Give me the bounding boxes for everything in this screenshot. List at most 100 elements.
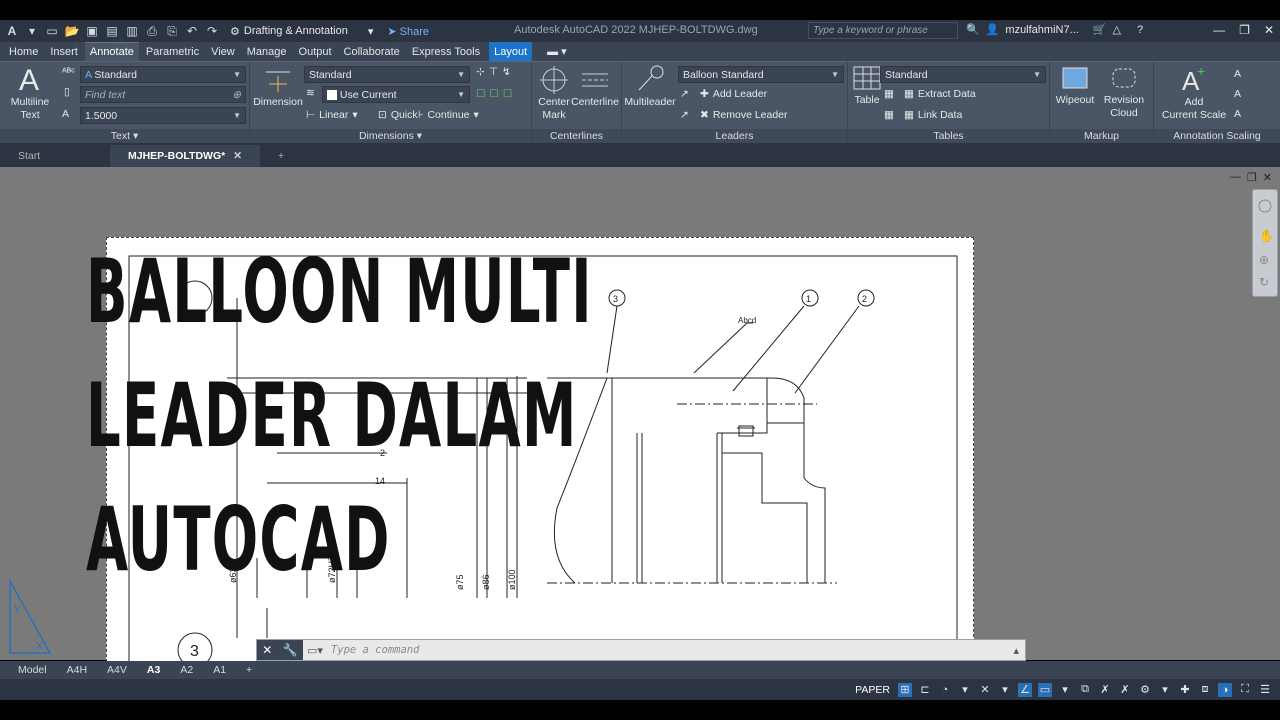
table-merge-icon[interactable]: ▦: [884, 88, 894, 100]
mleader-align-icon[interactable]: ↗: [680, 88, 689, 100]
close-icon[interactable]: ✕: [262, 643, 272, 657]
add-current-scale-button[interactable]: A + Add Current Scale: [1158, 64, 1230, 122]
isodraft-icon[interactable]: ✕: [978, 683, 992, 697]
user-area[interactable]: 🔍 👤 mzulfahmiN7... 🛒 △ ?: [966, 23, 1143, 37]
extract-data-button[interactable]: ▦ Extract Data: [904, 88, 976, 100]
cart-icon[interactable]: 🛒: [1093, 23, 1107, 36]
add-layout-button[interactable]: +: [236, 664, 262, 676]
find-text-input[interactable]: Find text ⊕: [80, 86, 246, 103]
new-file-icon[interactable]: ▭: [44, 24, 60, 38]
tab-collaborate[interactable]: Collaborate: [339, 42, 405, 61]
osnap-icon[interactable]: ∠: [1018, 682, 1032, 697]
dim-adjust-icon[interactable]: ⊤: [489, 66, 498, 78]
file-tab-start[interactable]: Start: [0, 145, 110, 167]
centerline-button[interactable]: Centerline: [570, 66, 620, 109]
scale-remove-icon[interactable]: A: [1234, 108, 1241, 120]
chevron-up-icon[interactable]: ▴: [1013, 644, 1019, 657]
tab-output[interactable]: Output: [294, 42, 337, 61]
dimension-button[interactable]: Dimension: [252, 66, 304, 109]
restore-icon[interactable]: ❐: [1239, 23, 1250, 37]
tab-view[interactable]: View: [206, 42, 240, 61]
table-link-icon[interactable]: ▦: [884, 109, 894, 121]
text-style-select[interactable]: A Standard ▼: [80, 66, 246, 83]
dim-style-select[interactable]: Standard ▼: [304, 66, 470, 83]
mleader-collect-icon[interactable]: ↗: [680, 109, 689, 121]
layout-tab-a1[interactable]: A1: [203, 664, 236, 676]
polar-icon[interactable]: ◔: [938, 683, 952, 697]
a360-icon[interactable]: △: [1112, 23, 1120, 36]
scale-list-icon[interactable]: A: [1234, 68, 1241, 80]
quick-button[interactable]: ⊡ Quick: [378, 109, 418, 121]
tab-express-tools[interactable]: Express Tools: [407, 42, 485, 61]
clean-screen-icon[interactable]: ⛶: [1238, 683, 1252, 697]
hardware-accel-icon[interactable]: ◑: [1218, 682, 1232, 697]
table-style-select[interactable]: Standard ▼: [880, 66, 1046, 83]
file-tab-mjhep[interactable]: MJHEP-BOLTDWG* ✕: [110, 145, 261, 167]
text-panel-title[interactable]: Text ▾: [0, 129, 249, 144]
dim-tools-row1[interactable]: ⊹ ⊤ ↯: [476, 66, 511, 78]
chevron-down-icon[interactable]: ▾: [998, 683, 1012, 697]
paper-space-toggle[interactable]: PAPER: [855, 684, 890, 696]
chevron-down-icon[interactable]: ▾: [1058, 683, 1072, 697]
tab-home[interactable]: Home: [4, 42, 43, 61]
command-history-icon[interactable]: ▭▾: [307, 644, 323, 657]
chevron-down-icon[interactable]: ▾: [958, 683, 972, 697]
workspace-switcher[interactable]: ⚙ Drafting & Annotation ▾: [230, 25, 373, 38]
minimize-icon[interactable]: —: [1230, 171, 1241, 184]
plot-icon[interactable]: ⎙: [144, 24, 160, 38]
dim-override-icon[interactable]: ☐: [503, 88, 512, 100]
tab-parametric[interactable]: Parametric: [141, 42, 204, 61]
web-mobile-icon[interactable]: ▥: [124, 24, 140, 38]
save-icon[interactable]: ▣: [84, 24, 100, 38]
chevron-down-icon[interactable]: ▾: [1158, 683, 1172, 697]
link-data-button[interactable]: ▦ Link Data: [904, 109, 962, 121]
layout-tab-a2[interactable]: A2: [170, 664, 203, 676]
wrench-icon[interactable]: 🔧: [283, 643, 298, 657]
layout-tab-a4v[interactable]: A4V: [97, 664, 137, 676]
annotation-scale-icon[interactable]: ✗: [1118, 683, 1132, 697]
dim-layer-select[interactable]: Use Current ▼: [322, 86, 470, 103]
dim-inspect-icon[interactable]: ☐: [476, 88, 485, 100]
dropdown-caret-icon[interactable]: ▾: [24, 24, 40, 38]
dimensions-panel-title[interactable]: Dimensions ▾: [250, 129, 531, 144]
spell-check-icon[interactable]: ᴬᴮᶜ: [62, 66, 75, 78]
close-tab-icon[interactable]: ✕: [233, 150, 242, 162]
autocad-logo-icon[interactable]: A: [4, 24, 20, 38]
table-button[interactable]: Table: [850, 66, 884, 107]
navigation-bar[interactable]: ✋ ⊕ ↻: [1252, 189, 1278, 297]
dim-tools-row2[interactable]: ☐ ☐ ☐: [476, 88, 512, 100]
tab-annotate[interactable]: Annotate: [84, 42, 139, 61]
plus-icon[interactable]: ✚: [1178, 683, 1192, 697]
help-icon[interactable]: ?: [1137, 24, 1143, 36]
linear-button[interactable]: ⊢ Linear ▾: [306, 109, 358, 121]
tab-manage[interactable]: Manage: [242, 42, 292, 61]
layout-tab-a3[interactable]: A3: [137, 664, 170, 676]
dim-update-icon[interactable]: ☐: [489, 88, 498, 100]
save-as-icon[interactable]: ▤: [104, 24, 120, 38]
isolate-objects-icon[interactable]: ⧈: [1198, 683, 1212, 697]
undo-icon[interactable]: ↶: [184, 24, 200, 38]
tab-insert[interactable]: Insert: [45, 42, 83, 61]
annotation-visibility-icon[interactable]: ✗: [1098, 683, 1112, 697]
tab-layout[interactable]: Layout: [489, 42, 533, 61]
username[interactable]: mzulfahmiN7...: [1005, 24, 1078, 36]
new-tab-button[interactable]: +: [260, 145, 302, 167]
layout-tab-model[interactable]: Model: [8, 664, 57, 676]
lineweight-icon[interactable]: ▭: [1038, 682, 1052, 697]
revision-cloud-button[interactable]: Revision Cloud: [1100, 66, 1148, 120]
multiline-text-button[interactable]: A Multiline Text: [6, 64, 54, 122]
sync-scale-icon[interactable]: A: [1234, 88, 1241, 100]
ribbon-minimize-button[interactable]: ▬ ▾: [542, 42, 572, 61]
close-icon[interactable]: ✕: [1264, 23, 1274, 37]
layout-tab-a4h[interactable]: A4H: [57, 664, 97, 676]
continue-button[interactable]: ⊦ Continue ▾: [418, 109, 479, 121]
dim-jog-icon[interactable]: ↯: [502, 66, 511, 78]
open-folder-icon[interactable]: 📂: [64, 24, 80, 38]
mleader-style-select[interactable]: Balloon Standard ▼: [678, 66, 844, 83]
multileader-button[interactable]: Multileader: [622, 64, 678, 109]
customization-menu-icon[interactable]: ☰: [1258, 683, 1272, 697]
add-leader-button[interactable]: ✚ Add Leader: [700, 88, 767, 100]
selection-cycle-icon[interactable]: ⧉: [1078, 683, 1092, 697]
grid-icon[interactable]: ⊞: [898, 682, 912, 697]
wipeout-button[interactable]: Wipeout: [1052, 66, 1098, 107]
